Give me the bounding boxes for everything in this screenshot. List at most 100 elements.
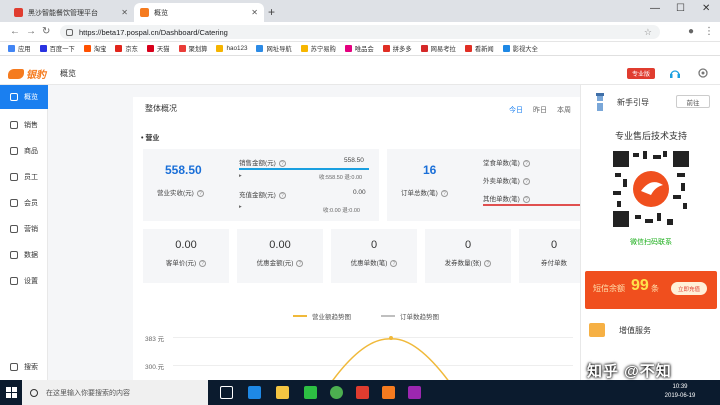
bookmark-favicon-icon <box>502 45 510 52</box>
revenue-peak-point <box>389 336 393 340</box>
logo[interactable]: 银豹 <box>8 66 46 81</box>
cortana-icon <box>30 388 38 397</box>
bookmark-favicon-icon <box>420 45 428 52</box>
profile-icon[interactable]: ● <box>688 26 694 37</box>
sales-bar <box>239 168 369 170</box>
sidebar-item-goods[interactable]: 商品 <box>0 139 48 163</box>
sidebar-item-member[interactable]: 会员 <box>0 191 48 215</box>
back-icon[interactable]: ← <box>10 26 20 37</box>
sidebar-item-home[interactable]: 概览 <box>0 85 48 109</box>
sidebar-item-search[interactable]: 搜索 <box>0 355 48 379</box>
windows-start-icon[interactable] <box>0 380 22 405</box>
edge-icon[interactable] <box>248 386 261 399</box>
bookmark-item[interactable]: 聚划算 <box>178 44 207 53</box>
reload-icon[interactable]: ↻ <box>42 26 50 37</box>
bookmark-item[interactable]: 看新闻 <box>464 44 494 53</box>
taskbar-search[interactable]: 在这里输入你要搜索的内容 <box>22 380 208 405</box>
member-icon <box>10 199 18 207</box>
help-icon: ? <box>278 160 286 167</box>
recharge-button[interactable]: 立即充值 <box>671 282 707 295</box>
wechat-icon[interactable] <box>304 386 317 399</box>
value-added-services[interactable]: 增值服务 <box>589 323 651 337</box>
help-icon: ? <box>278 192 286 199</box>
app-header: 银豹 概览 专业版 <box>0 60 720 85</box>
bookmark-item[interactable]: 百度一下 <box>39 44 75 53</box>
close-tab-icon[interactable]: ✕ <box>121 8 128 17</box>
bookmark-item[interactable]: 苏宁易购 <box>300 44 336 53</box>
forward-icon[interactable]: → <box>26 26 36 37</box>
revenue-series-line <box>332 338 449 380</box>
bookmark-item[interactable]: 天猫 <box>146 44 170 53</box>
headset-icon[interactable] <box>669 67 681 79</box>
marketing-icon <box>10 225 18 233</box>
range-today[interactable]: 今日 <box>509 105 523 115</box>
minimize-icon[interactable]: — <box>650 3 660 14</box>
bookmark-item[interactable]: 唯品会 <box>344 44 374 53</box>
bookmark-favicon-icon <box>83 45 91 52</box>
bookmark-star-icon[interactable]: ☆ <box>644 27 652 38</box>
sidebar-item-data[interactable]: 数据 <box>0 243 48 267</box>
taskbar-clock[interactable]: 10:39 2019-06-19 <box>660 383 700 401</box>
app-icon[interactable] <box>408 386 421 399</box>
app-icon[interactable] <box>356 386 369 399</box>
bookmark-favicon-icon <box>178 45 186 52</box>
url-field[interactable]: https://beta17.pospal.cn/Dashboard/Cater… <box>60 25 660 39</box>
app-icon[interactable] <box>382 386 395 399</box>
coupon-orders-label: 券付单数 <box>541 260 567 267</box>
sidebar-item-settings[interactable]: 设置 <box>0 269 48 293</box>
sales-sub: 收:558.50 退:0.00 <box>319 175 363 181</box>
sidebar-item-marketing[interactable]: 营销 <box>0 217 48 241</box>
sms-balance-unit: 条 <box>651 284 659 293</box>
bookmark-item[interactable]: 拼多多 <box>382 44 412 53</box>
overview-title: 整体概况 <box>145 104 177 113</box>
sidebar-item-sales[interactable]: 销售 <box>0 113 48 137</box>
browser-tab-active[interactable]: 概览 ✕ <box>134 3 264 22</box>
legend-item[interactable]: 营业额趋势图 <box>293 311 351 321</box>
main-area: 整体概况 今日 昨日 本周 • 营业 558.50 营业实收(元)? 销售金额(… <box>48 85 580 380</box>
guide-go-button[interactable]: 前往 <box>676 95 710 108</box>
search-icon <box>10 363 18 371</box>
bookmark-favicon-icon <box>216 45 224 52</box>
address-bar-row: ← → ↻ https://beta17.pospal.cn/Dashboard… <box>0 22 720 42</box>
task-view-icon[interactable] <box>220 386 233 399</box>
avg-price-label: 客单价(元)? <box>151 257 221 267</box>
watermark: 知乎 @不知 <box>587 363 672 380</box>
data-icon <box>10 251 18 259</box>
maximize-icon[interactable]: ☐ <box>676 3 685 14</box>
help-icon: ? <box>440 190 448 197</box>
sales-icon <box>10 121 18 129</box>
bookmark-item[interactable]: 淘宝 <box>83 44 106 53</box>
sms-promo-banner[interactable]: 短信余额 99 条 立即充值 <box>585 271 717 309</box>
avg-price-value: 0.00 <box>175 239 197 251</box>
browser-tab[interactable]: 黑沙智能餐饮管理平台 ✕ <box>8 3 134 22</box>
discount-orders-value: 0 <box>370 239 378 251</box>
close-tab-icon[interactable]: ✕ <box>251 8 258 17</box>
bookmark-item[interactable]: 影视大全 <box>502 44 538 53</box>
bookmark-item[interactable]: hao123 <box>216 45 247 52</box>
tab-title: 黑沙智能餐饮管理平台 <box>28 9 98 17</box>
revenue-trend-line <box>332 336 449 380</box>
new-tab-icon[interactable]: + <box>268 5 275 19</box>
right-panel: 新手引导 前往 专业售后技术支持 微信扫码联系 短信余额 99 条 立即充值 增… <box>580 85 720 380</box>
sidebar-item-staff[interactable]: 员工 <box>0 165 48 189</box>
bookmark-favicon-icon <box>8 45 15 52</box>
help-icon: ? <box>196 190 204 197</box>
bookmark-favicon-icon <box>146 45 154 52</box>
bookmark-item[interactable]: 网址导航 <box>256 44 292 53</box>
chrome-icon[interactable] <box>330 386 343 399</box>
range-yesterday[interactable]: 昨日 <box>533 105 547 115</box>
discount-amount-value: 0.00 <box>269 239 291 251</box>
gear-icon[interactable] <box>697 67 709 79</box>
menu-icon[interactable]: ⋮ <box>704 26 714 37</box>
lighthouse-icon <box>596 93 604 111</box>
bookmark-item[interactable]: 京东 <box>115 44 138 53</box>
pro-edition-badge[interactable]: 专业版 <box>627 68 655 79</box>
bookmark-item[interactable]: 网易考拉 <box>420 44 456 53</box>
bookmark-item[interactable]: 应用 <box>8 44 31 53</box>
sales-label: 销售金额(元)? <box>239 157 286 167</box>
explorer-icon[interactable] <box>276 386 289 399</box>
range-week[interactable]: 本周 <box>557 105 571 115</box>
legend-item[interactable]: 订单数趋势图 <box>381 311 439 321</box>
qr-caption: 微信扫码联系 <box>630 239 672 246</box>
close-window-icon[interactable]: ✕ <box>702 3 710 14</box>
